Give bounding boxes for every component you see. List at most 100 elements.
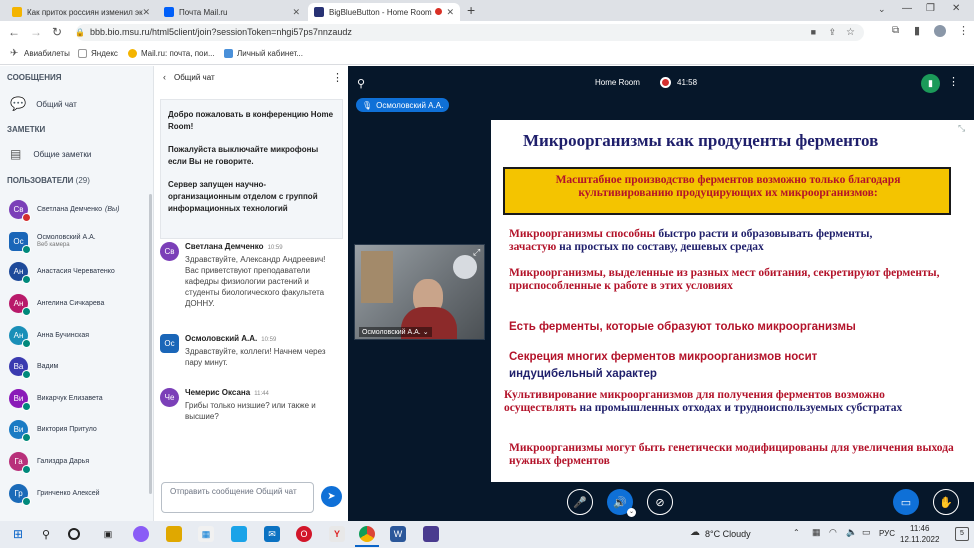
message-text: Здравствуйте, коллеги! Начнем через пару… bbox=[185, 347, 326, 367]
user-info: Вадим bbox=[37, 363, 58, 370]
raise-hand-button[interactable]: ✋ bbox=[933, 489, 959, 515]
battery-icon[interactable]: ▭ bbox=[862, 527, 871, 538]
user-list-toggle-icon[interactable]: ⚲ bbox=[357, 77, 365, 90]
chat-message-input[interactable]: Отправить сообщение Общий чат bbox=[161, 482, 314, 513]
close-window-icon[interactable]: ✕ bbox=[952, 3, 960, 14]
avatar-initials: Га bbox=[14, 456, 23, 466]
menu-kebab-icon[interactable]: ⋮ bbox=[958, 24, 969, 37]
public-chat-item[interactable]: 💬 Общий чат bbox=[10, 96, 77, 112]
close-tab-icon[interactable]: ✕ bbox=[446, 7, 454, 18]
user-list-item[interactable]: Св Светлана Демченко (Вы) bbox=[9, 197, 119, 222]
mail-icon[interactable]: ✉ bbox=[264, 526, 280, 542]
new-tab-icon[interactable]: + bbox=[467, 2, 475, 18]
wifi-icon[interactable]: ◠ bbox=[829, 527, 837, 538]
screenshare-button[interactable]: ▭ bbox=[893, 489, 919, 515]
send-button[interactable]: ➤ bbox=[321, 486, 342, 507]
tab-bigbluebutton[interactable]: BigBlueButton - Home Room ✕ bbox=[308, 3, 460, 21]
presenter-name: Осмоловский А.А. bbox=[376, 100, 444, 110]
message-time: 10:59 bbox=[261, 337, 277, 343]
alice-icon[interactable] bbox=[133, 526, 149, 542]
slide-highlight-box: Масштабное производство ферментов возмож… bbox=[503, 167, 951, 215]
slide-title: Микроорганизмы как продуценты ферментов bbox=[523, 131, 879, 150]
tray-chevron-icon[interactable]: ⌃ bbox=[793, 528, 800, 537]
tray-app-icon[interactable]: ▦ bbox=[812, 527, 821, 538]
forward-icon[interactable]: → bbox=[30, 25, 42, 39]
options-menu-icon[interactable]: ⋮ bbox=[948, 75, 959, 88]
user-status-icon bbox=[22, 244, 31, 254]
maximize-icon[interactable]: ❐ bbox=[926, 3, 935, 14]
tab-mail[interactable]: Почта Mail.ru ✕ bbox=[158, 3, 306, 21]
explorer-folder-icon[interactable] bbox=[166, 526, 182, 542]
windows-start-icon[interactable]: ⊞ bbox=[10, 526, 26, 542]
store-icon[interactable]: ▦ bbox=[198, 526, 214, 542]
edge-icon[interactable] bbox=[231, 526, 247, 542]
word-icon[interactable]: W bbox=[390, 526, 406, 542]
message-author: Чемерис Оксана 11:44 bbox=[185, 388, 269, 397]
connection-status-icon[interactable]: ▮ bbox=[921, 74, 940, 93]
close-tab-icon[interactable]: ✕ bbox=[292, 7, 300, 18]
user-info: Ангелина Сичкарева bbox=[37, 300, 104, 307]
webcam-tile[interactable]: ⤢ Осмоловский А.А. ⌄ bbox=[354, 244, 485, 340]
bookmark-mailru[interactable]: Mail.ru: почта, пои... bbox=[128, 49, 215, 58]
yandex-browser-icon[interactable]: Y bbox=[329, 526, 345, 542]
bookmark-yandex[interactable]: Яндекс bbox=[78, 49, 118, 58]
minimize-icon[interactable]: — bbox=[902, 3, 912, 14]
user-list-item[interactable]: Гр Гринченко Алексей bbox=[9, 481, 100, 506]
active-app-indicator bbox=[355, 545, 379, 547]
close-tab-icon[interactable]: ✕ bbox=[142, 7, 150, 18]
recording-icon bbox=[435, 8, 442, 15]
task-switcher-icon[interactable]: ▣ bbox=[100, 526, 116, 542]
chat-back-icon[interactable]: ‹ bbox=[163, 72, 166, 82]
user-list-item[interactable]: Ви Виктория Притуло bbox=[9, 417, 97, 442]
tab-news[interactable]: Как приток россиян изменил эк ✕ bbox=[6, 3, 156, 21]
notification-center-icon[interactable]: 5 bbox=[955, 527, 969, 541]
user-list-item[interactable]: Ва Вадим bbox=[9, 354, 58, 379]
mute-mic-button[interactable]: 🎤 bbox=[567, 489, 593, 515]
user-info: Виктория Притуло bbox=[37, 426, 97, 433]
opera-icon[interactable]: O bbox=[296, 526, 312, 542]
search-icon[interactable]: ⚲ bbox=[38, 526, 54, 542]
sidepanel-icon[interactable]: ▮ bbox=[914, 24, 920, 37]
user-list-item[interactable]: Ан Ангелина Сичкарева bbox=[9, 291, 104, 316]
author-name: Светлана Демченко bbox=[185, 242, 264, 251]
chat-options-icon[interactable]: ⋮ bbox=[332, 71, 343, 84]
bookmark-star-icon[interactable]: ☆ bbox=[846, 24, 855, 41]
user-status-icon bbox=[22, 401, 31, 411]
clock-time[interactable]: 11:46 bbox=[910, 524, 929, 533]
user-list-item[interactable]: Ви Викарчук Елизавета bbox=[9, 386, 103, 411]
shared-notes-item[interactable]: ▤ Общие заметки bbox=[10, 147, 91, 161]
app-icon[interactable] bbox=[423, 526, 439, 542]
extensions-icon[interactable]: ⧉ bbox=[892, 25, 899, 36]
recording-indicator-icon[interactable] bbox=[660, 77, 671, 88]
camera-icon[interactable]: ■ bbox=[811, 24, 816, 41]
browser-tab-bar: Как приток россиян изменил эк ✕ Почта Ma… bbox=[0, 0, 974, 21]
back-icon[interactable]: ← bbox=[8, 25, 20, 39]
bookmark-aviatickets[interactable]: Авиабилеты bbox=[24, 49, 70, 58]
tab-title: Как приток россиян изменил эк bbox=[27, 7, 143, 17]
profile-avatar-icon[interactable] bbox=[934, 25, 946, 37]
input-language[interactable]: РУС bbox=[879, 529, 895, 538]
mail-favicon-icon bbox=[164, 7, 174, 17]
sidebar-scrollbar[interactable] bbox=[149, 194, 152, 494]
volume-icon[interactable]: 🔈 bbox=[846, 527, 857, 538]
chrome-icon[interactable] bbox=[359, 526, 375, 542]
webcam-toggle-button[interactable]: ⊘ bbox=[647, 489, 673, 515]
user-list-item[interactable]: Ос Осмоловский А.А. Веб камера bbox=[9, 229, 96, 254]
tab-search-icon[interactable]: ⌄ bbox=[878, 4, 886, 15]
fullscreen-icon[interactable]: ⤢ bbox=[473, 247, 480, 258]
reload-icon[interactable]: ↻ bbox=[52, 25, 62, 39]
mic-off-icon: 🎤 bbox=[573, 496, 587, 509]
bullet-text: Секреция многих ферментов микроорганизмо… bbox=[509, 351, 818, 363]
weather-text[interactable]: 8°C Cloudy bbox=[705, 529, 751, 539]
share-icon[interactable]: ⇪ bbox=[828, 24, 836, 41]
clock-date[interactable]: 12.11.2022 bbox=[900, 535, 939, 544]
audio-options-chevron-icon[interactable]: ⌄ bbox=[627, 508, 636, 517]
url-field[interactable]: 🔒 bbb.bio.msu.ru/html5client/join?sessio… bbox=[75, 24, 864, 41]
bookmark-cabinet[interactable]: Личный кабинет... bbox=[224, 49, 303, 58]
user-name: Гринченко Алексей bbox=[37, 489, 100, 497]
task-view-icon[interactable] bbox=[68, 528, 80, 540]
user-list-item[interactable]: Ан Анастасия Череватенко bbox=[9, 259, 115, 284]
user-list-item[interactable]: Га Гализдра Дарья bbox=[9, 449, 89, 474]
user-list-item[interactable]: Ан Анна Бучинская bbox=[9, 323, 89, 348]
lock-icon: 🔒 bbox=[75, 28, 85, 37]
